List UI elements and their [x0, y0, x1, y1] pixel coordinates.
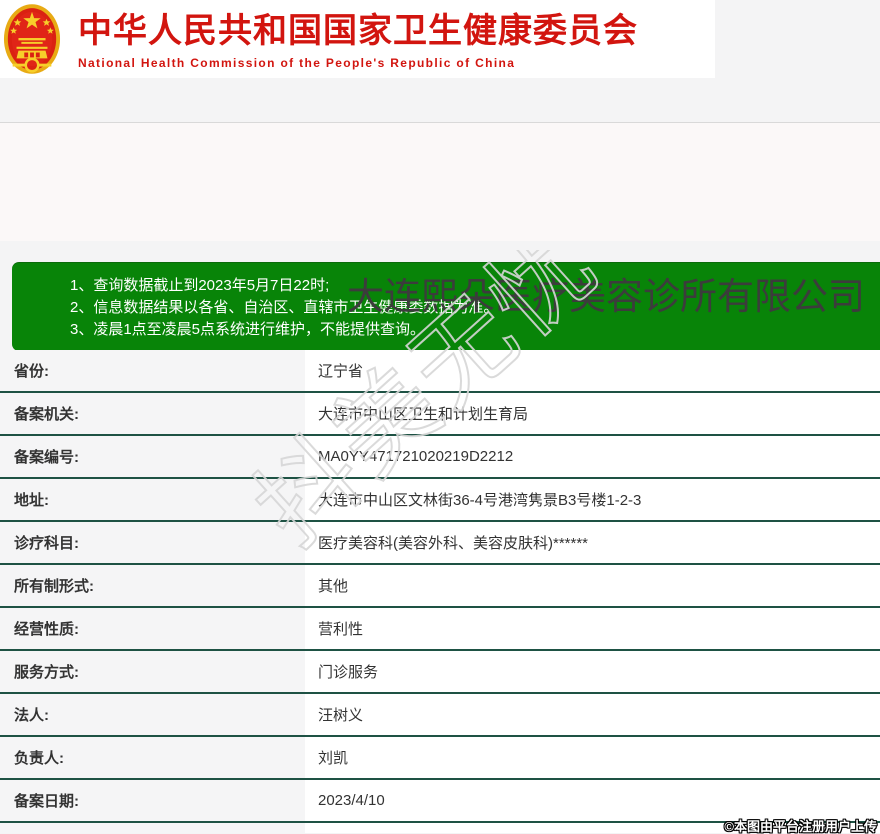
field-label: 诊疗科目: — [0, 522, 305, 563]
field-label: 所有制形式: — [0, 565, 305, 606]
field-value: 营利性 — [305, 608, 880, 649]
field-value: 大连市中山区卫生和计划生育局 — [305, 393, 880, 434]
field-value: 医疗美容科(美容外科、美容皮肤科)****** — [305, 522, 880, 563]
field-value: 2023/4/10 — [305, 780, 880, 821]
field-label: 备案编号: — [0, 436, 305, 477]
site-title-chinese: 中华人民共和国国家卫生健康委员会 — [78, 12, 638, 50]
table-row-legal-person: 法人: 汪树义 — [0, 694, 880, 737]
site-title-english: National Health Commission of the People… — [78, 56, 516, 70]
china-national-emblem-icon — [3, 4, 61, 74]
site-header: 中华人民共和国国家卫生健康委员会 National Health Commiss… — [0, 0, 715, 78]
field-label — [0, 823, 305, 833]
table-row-ownership-type: 所有制形式: 其他 — [0, 565, 880, 608]
field-label: 省份: — [0, 350, 305, 391]
field-value: 汪树义 — [305, 694, 880, 735]
page: 中华人民共和国国家卫生健康委员会 National Health Commiss… — [0, 0, 880, 834]
field-value: 辽宁省 — [305, 350, 880, 391]
field-label: 法人: — [0, 694, 305, 735]
field-label: 经营性质: — [0, 608, 305, 649]
field-label: 负责人: — [0, 737, 305, 778]
table-row-province: 省份: 辽宁省 — [0, 350, 880, 393]
field-label: 备案日期: — [0, 780, 305, 821]
table-row-address: 地址: 大连市中山区文林街36-4号港湾隽景B3号楼1-2-3 — [0, 479, 880, 522]
registration-detail-table: 省份: 辽宁省 备案机关: 大连市中山区卫生和计划生育局 备案编号: MA0YY… — [0, 350, 880, 833]
field-label: 备案机关: — [0, 393, 305, 434]
organization-name-title: 大连熙朵医疗美容诊所有限公司 — [347, 276, 865, 317]
field-value: MA0YY471721020219D2212 — [305, 436, 880, 477]
table-row-medical-subjects: 诊疗科目: 医疗美容科(美容外科、美容皮肤科)****** — [0, 522, 880, 565]
table-row-service-mode: 服务方式: 门诊服务 — [0, 651, 880, 694]
table-row-person-in-charge: 负责人: 刘凯 — [0, 737, 880, 780]
field-label: 地址: — [0, 479, 305, 520]
field-value: 其他 — [305, 565, 880, 606]
table-row-filing-authority: 备案机关: 大连市中山区卫生和计划生育局 — [0, 393, 880, 436]
field-value: 门诊服务 — [305, 651, 880, 692]
notice-band: 1、查询数据截止到2023年5月7日22时; 2、信息数据结果以各省、自治区、直… — [0, 122, 880, 351]
table-row-business-nature: 经营性质: 营利性 — [0, 608, 880, 651]
field-value: 大连市中山区文林街36-4号港湾隽景B3号楼1-2-3 — [305, 479, 880, 520]
table-row-filing-number: 备案编号: MA0YY471721020219D2212 — [0, 436, 880, 479]
notice-line-3: 3、凌晨1点至凌晨5点系统进行维护，不能提供查询。 — [70, 321, 426, 338]
header-titles: 中华人民共和国国家卫生健康委员会 National Health Commiss… — [78, 10, 708, 70]
image-attribution-stamp: ©本图由平台注册用户上传 — [724, 819, 877, 834]
field-value: 刘凯 — [305, 737, 880, 778]
field-label: 服务方式: — [0, 651, 305, 692]
